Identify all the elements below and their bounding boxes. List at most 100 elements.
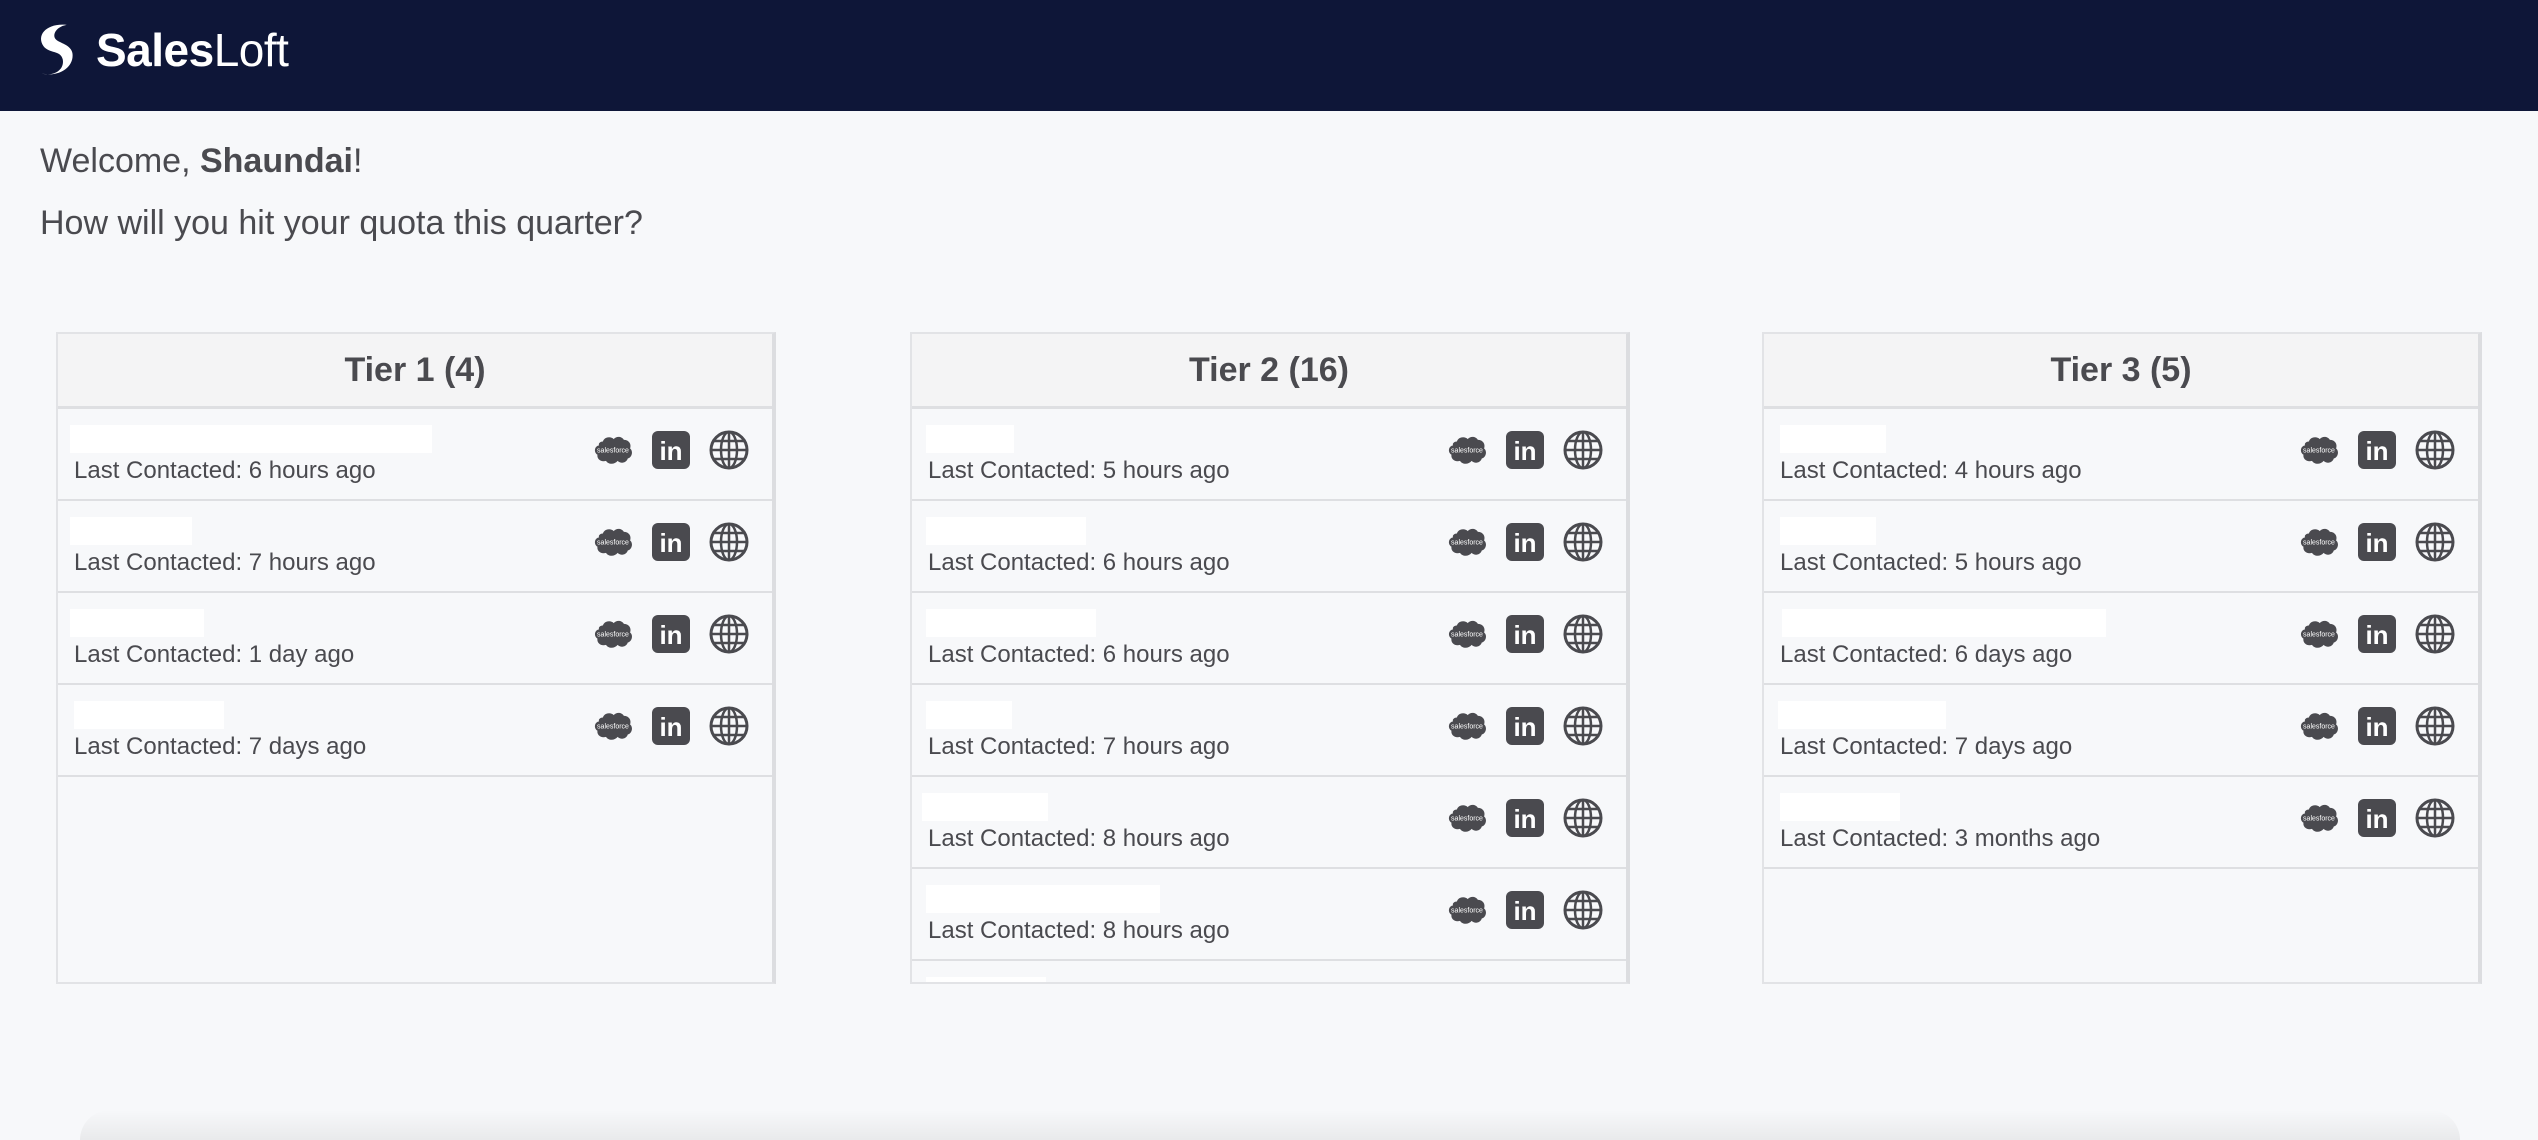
linkedin-icon[interactable]: in [1504,981,1546,982]
last-contacted-text: Last Contacted: 4 hours ago [1780,457,2082,484]
contact-row[interactable]: Last Contacted: 3 months ago salesforce in [1764,777,2478,869]
contact-row[interactable]: Last Contacted: 6 hours ago salesforce in [912,593,1626,685]
contact-links: salesforce in [576,521,750,563]
globe-icon[interactable] [1562,981,1604,982]
salesforce-icon[interactable]: salesforce [2298,613,2340,655]
contact-row[interactable]: Last Contacted: 6 hours ago salesforce in [912,501,1626,593]
contact-name[interactable] [926,701,1012,729]
contact-row[interactable]: Last Contacted: 7 hours ago salesforce in [912,685,1626,777]
contact-name[interactable] [926,977,1046,982]
contact-row[interactable]: Last Contacted: 6 hours ago salesforce in [58,409,772,501]
globe-icon[interactable] [2414,797,2456,839]
last-contacted-text: Last Contacted: 6 hours ago [928,641,1230,668]
svg-text:salesforce: salesforce [2303,723,2335,730]
contact-links: salesforce in [2282,521,2456,563]
globe-icon[interactable] [2414,521,2456,563]
saleslot-logo[interactable]: SalesLoft [28,20,289,80]
svg-text:in: in [1513,436,1536,466]
linkedin-icon[interactable]: in [1504,521,1546,563]
contact-links: salesforce in [1430,613,1604,655]
contact-name[interactable] [1780,517,1876,545]
globe-icon[interactable] [708,705,750,747]
linkedin-icon[interactable]: in [2356,797,2398,839]
globe-icon[interactable] [708,521,750,563]
contact-name[interactable] [1780,425,1886,453]
linkedin-icon[interactable]: in [2356,613,2398,655]
salesforce-icon[interactable]: salesforce [1446,613,1488,655]
salesforce-icon[interactable]: salesforce [1446,981,1488,982]
salesforce-icon[interactable]: salesforce [1446,521,1488,563]
contact-name[interactable] [1782,609,2106,637]
salesforce-icon[interactable]: salesforce [1446,797,1488,839]
contact-links: salesforce in [1430,797,1604,839]
svg-text:salesforce: salesforce [597,723,629,730]
globe-icon[interactable] [708,429,750,471]
linkedin-icon[interactable]: in [650,521,692,563]
linkedin-icon[interactable]: in [1504,705,1546,747]
contact-name[interactable] [74,701,224,729]
contact-row[interactable]: Last Contacted: 5 hours ago salesforce in [912,409,1626,501]
globe-icon[interactable] [1562,889,1604,931]
globe-icon[interactable] [2414,613,2456,655]
salesforce-icon[interactable]: salesforce [2298,429,2340,471]
globe-icon[interactable] [1562,521,1604,563]
linkedin-icon[interactable]: in [2356,429,2398,471]
contact-name[interactable] [922,793,1048,821]
contact-name[interactable] [70,609,204,637]
contact-name[interactable] [926,517,1086,545]
globe-icon[interactable] [1562,429,1604,471]
contact-row[interactable]: Last Contacted: 4 hours ago salesforce in [1764,409,2478,501]
linkedin-icon[interactable]: in [1504,797,1546,839]
salesforce-icon[interactable]: salesforce [2298,521,2340,563]
contact-row[interactable]: Last Contacted: 6 days ago salesforce in [1764,593,2478,685]
contact-row[interactable]: Last Contacted: 7 hours ago salesforce in [58,501,772,593]
contact-row[interactable]: salesforce in [912,961,1626,982]
globe-icon[interactable] [1562,705,1604,747]
contact-row[interactable]: Last Contacted: 7 days ago salesforce in [58,685,772,777]
salesforce-icon[interactable]: salesforce [592,521,634,563]
tier-2-panel[interactable]: Tier 2 (16) Last Contacted: 5 hours ago sa… [910,332,1630,984]
salesforce-icon[interactable]: salesforce [592,429,634,471]
svg-text:salesforce: salesforce [2303,815,2335,822]
linkedin-icon[interactable]: in [2356,705,2398,747]
salesforce-icon[interactable]: salesforce [2298,797,2340,839]
linkedin-icon[interactable]: in [1504,429,1546,471]
contact-row[interactable]: Last Contacted: 7 days ago salesforce in [1764,685,2478,777]
salesforce-icon[interactable]: salesforce [592,613,634,655]
linkedin-icon[interactable]: in [2356,521,2398,563]
svg-text:salesforce: salesforce [2303,631,2335,638]
salesforce-icon[interactable]: salesforce [592,705,634,747]
last-contacted-text: Last Contacted: 5 hours ago [1780,549,2082,576]
svg-text:salesforce: salesforce [1451,631,1483,638]
linkedin-icon[interactable]: in [1504,889,1546,931]
contact-row[interactable]: Last Contacted: 8 hours ago salesforce in [912,777,1626,869]
globe-icon[interactable] [2414,429,2456,471]
contact-name[interactable] [926,609,1096,637]
linkedin-icon[interactable]: in [650,429,692,471]
salesforce-icon[interactable]: salesforce [1446,889,1488,931]
contact-row[interactable]: Last Contacted: 1 day ago salesforce in [58,593,772,685]
globe-icon[interactable] [1562,797,1604,839]
svg-text:salesforce: salesforce [1451,539,1483,546]
linkedin-icon[interactable]: in [650,705,692,747]
linkedin-icon[interactable]: in [650,613,692,655]
contact-name[interactable] [70,425,432,453]
contact-row[interactable]: Last Contacted: 8 hours ago salesforce in [912,869,1626,961]
contact-name[interactable] [926,885,1160,913]
globe-icon[interactable] [1562,613,1604,655]
contact-name[interactable] [70,517,192,545]
globe-icon[interactable] [2414,705,2456,747]
bottom-panel-edge [80,1110,2460,1140]
salesforce-icon[interactable]: salesforce [2298,705,2340,747]
salesforce-icon[interactable]: salesforce [1446,429,1488,471]
contact-name[interactable] [1778,701,1946,729]
contact-row[interactable]: Last Contacted: 5 hours ago salesforce in [1764,501,2478,593]
contact-links: salesforce in [2282,429,2456,471]
salesforce-icon[interactable]: salesforce [1446,705,1488,747]
globe-icon[interactable] [708,613,750,655]
linkedin-icon[interactable]: in [1504,613,1546,655]
contact-name[interactable] [1780,793,1900,821]
contact-name[interactable] [926,425,1014,453]
svg-text:salesforce: salesforce [1451,723,1483,730]
svg-text:salesforce: salesforce [2303,447,2335,454]
